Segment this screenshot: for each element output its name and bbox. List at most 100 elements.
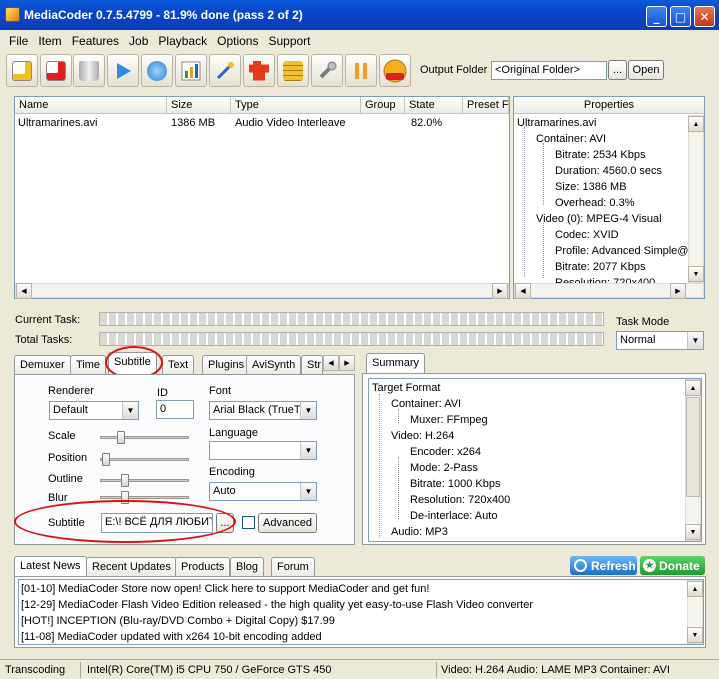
column-state[interactable]: State bbox=[405, 97, 463, 114]
close-button[interactable]: ✕ bbox=[694, 6, 715, 27]
properties-horizontal-scrollbar[interactable]: ◀ ▶ bbox=[514, 283, 704, 299]
property-item: Overhead: 0.3% bbox=[555, 197, 635, 209]
tab-str[interactable]: Str bbox=[301, 355, 323, 375]
news-item[interactable]: [01-10] MediaCoder Store now open! Click… bbox=[21, 583, 429, 595]
file-list[interactable]: Name Size Type Group State Preset F Ultr… bbox=[14, 96, 510, 299]
tab-products[interactable]: Products bbox=[175, 557, 231, 577]
menu-item[interactable]: Item bbox=[33, 34, 66, 48]
maximize-button[interactable]: □ bbox=[670, 6, 691, 27]
tab-blog[interactable]: Blog bbox=[230, 557, 265, 577]
scroll-up-icon[interactable]: ▲ bbox=[685, 380, 701, 396]
language-select[interactable]: ▼ bbox=[209, 441, 317, 460]
scrollbar-thumb[interactable] bbox=[686, 397, 700, 497]
output-folder-browse-button[interactable]: ... bbox=[608, 60, 627, 80]
scroll-right-icon[interactable]: ▶ bbox=[670, 283, 686, 299]
summary-vertical-scrollbar[interactable]: ▲ ▼ bbox=[685, 379, 701, 541]
horizontal-scrollbar[interactable]: ◀ ▶ bbox=[15, 283, 509, 299]
column-preset[interactable]: Preset F bbox=[463, 97, 509, 114]
scroll-left-icon[interactable]: ◀ bbox=[16, 283, 32, 299]
properties-vertical-scrollbar[interactable]: ▲ ▼ bbox=[688, 115, 704, 283]
task-mode-select[interactable]: Normal ▼ bbox=[616, 331, 704, 350]
position-slider[interactable] bbox=[100, 453, 189, 466]
preview-button[interactable] bbox=[141, 54, 173, 87]
donate-button[interactable]: ★ Donate bbox=[640, 556, 705, 575]
tab-latest-news[interactable]: Latest News bbox=[14, 556, 87, 577]
tab-scroll-left-icon[interactable]: ◀ bbox=[323, 355, 339, 371]
minimize-button[interactable]: _ bbox=[646, 6, 667, 27]
menu-support[interactable]: Support bbox=[263, 34, 315, 48]
refresh-icon bbox=[574, 559, 587, 572]
pause-button[interactable] bbox=[345, 54, 377, 87]
property-item: Codec: XVID bbox=[555, 229, 619, 241]
open-folder-button[interactable]: Open bbox=[628, 60, 664, 80]
app-icon bbox=[5, 7, 20, 22]
scroll-up-icon[interactable]: ▲ bbox=[688, 116, 704, 132]
menu-features[interactable]: Features bbox=[67, 34, 124, 48]
add-file-button[interactable] bbox=[6, 54, 38, 87]
queue-button[interactable] bbox=[277, 54, 309, 87]
column-group[interactable]: Group bbox=[361, 97, 405, 114]
menu-options[interactable]: Options bbox=[212, 34, 263, 48]
tab-recent-updates[interactable]: Recent Updates bbox=[86, 557, 177, 577]
summary-item: Mode: 2-Pass bbox=[410, 462, 478, 474]
slider-thumb[interactable] bbox=[117, 431, 125, 444]
tab-summary[interactable]: Summary bbox=[366, 353, 426, 374]
tab-plugins[interactable]: Plugins bbox=[202, 355, 251, 375]
scroll-down-icon[interactable]: ▼ bbox=[685, 524, 701, 540]
encoding-select[interactable]: Auto ▼ bbox=[209, 482, 317, 501]
file-name-cell: Ultramarines.avi bbox=[18, 117, 98, 129]
encoding-value: Auto bbox=[213, 485, 236, 497]
news-vertical-scrollbar[interactable]: ▲ ▼ bbox=[687, 580, 703, 644]
tab-text[interactable]: Text bbox=[162, 355, 195, 375]
tab-demuxer[interactable]: Demuxer bbox=[14, 355, 71, 375]
outline-slider[interactable] bbox=[100, 474, 189, 487]
menu-file[interactable]: File bbox=[4, 34, 33, 48]
wizard-button[interactable] bbox=[209, 54, 241, 87]
scroll-down-icon[interactable]: ▼ bbox=[688, 266, 704, 282]
news-item[interactable]: [12-29] MediaCoder Flash Video Edition r… bbox=[21, 599, 533, 611]
output-folder-input[interactable]: <Original Folder> bbox=[491, 61, 607, 80]
scroll-up-icon[interactable]: ▲ bbox=[687, 581, 703, 597]
start-button[interactable] bbox=[107, 54, 139, 87]
renderer-select[interactable]: Default ▼ bbox=[49, 401, 139, 420]
news-item[interactable]: [11-08] MediaCoder updated with x264 10-… bbox=[21, 631, 322, 643]
renderer-value: Default bbox=[53, 404, 88, 416]
menu-playback[interactable]: Playback bbox=[153, 34, 212, 48]
scroll-down-icon[interactable]: ▼ bbox=[687, 627, 703, 643]
tab-scroll-right-icon[interactable]: ▶ bbox=[339, 355, 355, 371]
menu-job[interactable]: Job bbox=[124, 34, 153, 48]
statistics-button[interactable] bbox=[175, 54, 207, 87]
file-state-cell: 82.0% bbox=[411, 117, 443, 129]
settings-button[interactable] bbox=[311, 54, 343, 87]
wrench-icon bbox=[319, 61, 337, 78]
chart-icon bbox=[181, 61, 201, 80]
blur-slider[interactable] bbox=[100, 491, 189, 504]
stop-button[interactable] bbox=[379, 54, 411, 87]
clear-button[interactable] bbox=[73, 54, 105, 87]
chevron-down-icon: ▼ bbox=[300, 483, 316, 500]
plugins-button[interactable] bbox=[243, 54, 275, 87]
refresh-button[interactable]: Refresh bbox=[570, 556, 637, 575]
scroll-left-icon[interactable]: ◀ bbox=[515, 283, 531, 299]
column-size[interactable]: Size bbox=[167, 97, 231, 114]
column-name[interactable]: Name bbox=[15, 97, 167, 114]
status-hardware: Intel(R) Core(TM) i5 CPU 750 / GeForce G… bbox=[87, 664, 332, 676]
scroll-right-icon[interactable]: ▶ bbox=[492, 283, 508, 299]
id-input[interactable]: 0 bbox=[156, 400, 194, 419]
tab-time[interactable]: Time bbox=[70, 355, 107, 375]
column-type[interactable]: Type bbox=[231, 97, 361, 114]
subtitle-enable-checkbox[interactable] bbox=[242, 516, 255, 529]
encoding-label: Encoding bbox=[209, 466, 255, 478]
summary-item: Target Format bbox=[372, 382, 441, 394]
tab-avisynth[interactable]: AviSynth bbox=[246, 355, 302, 375]
font-select[interactable]: Arial Black (TrueTy ▼ bbox=[209, 401, 317, 420]
slider-thumb[interactable] bbox=[102, 453, 110, 466]
menu-bar: File Item Features Job Playback Options … bbox=[0, 30, 719, 51]
tab-forum[interactable]: Forum bbox=[271, 557, 315, 577]
advanced-button[interactable]: Advanced bbox=[258, 513, 317, 533]
slider-thumb[interactable] bbox=[121, 474, 129, 487]
news-item[interactable]: [HOT!] INCEPTION (Blu-ray/DVD Combo + Di… bbox=[21, 615, 335, 627]
news-panel: [01-10] MediaCoder Store now open! Click… bbox=[14, 576, 706, 648]
scale-slider[interactable] bbox=[100, 431, 189, 444]
remove-file-button[interactable] bbox=[40, 54, 72, 87]
